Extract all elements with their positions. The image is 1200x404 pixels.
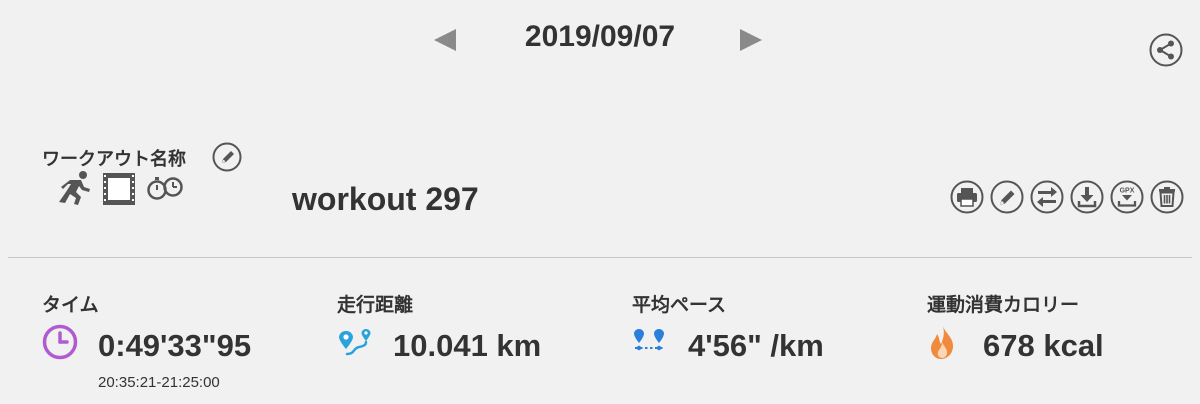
swap-icon — [1030, 180, 1064, 214]
running-icon — [59, 171, 90, 205]
download-icon — [1070, 180, 1104, 214]
stat-time-label: タイム — [42, 295, 99, 316]
section-divider — [8, 257, 1192, 258]
gpx-export-icon: GPX — [1110, 180, 1144, 214]
stat-time-value: 0:49'33"95 — [98, 328, 252, 363]
stat-pace: 平均ペース 4'56" /km — [632, 290, 892, 400]
route-pin-icon — [337, 324, 375, 362]
clock-icon — [42, 324, 80, 362]
date-navigation: 2019/09/07 — [0, 18, 1200, 62]
stat-distance: 走行距離 10.041 km — [337, 290, 597, 400]
swap-button[interactable] — [1030, 180, 1064, 214]
flame-icon — [927, 324, 965, 362]
stat-calories-value: 678 kcal — [983, 328, 1104, 363]
film-frame-icon — [103, 173, 135, 205]
workout-name: workout 297 — [292, 181, 479, 217]
stat-pace-value: 4'56" /km — [688, 328, 824, 363]
pencil-icon — [990, 180, 1024, 214]
share-button[interactable] — [1149, 33, 1183, 67]
gpx-export-button[interactable]: GPX — [1110, 180, 1144, 214]
stat-distance-label: 走行距離 — [337, 295, 414, 316]
date-label: 2019/09/07 — [524, 20, 676, 53]
delete-button[interactable] — [1150, 180, 1184, 214]
next-date-icon[interactable] — [740, 29, 762, 51]
pace-pins-icon — [632, 324, 670, 362]
workout-detail-page: 2019/09/07 ワークアウト名称 workout 297 GPX タイム … — [0, 0, 1200, 404]
svg-text:GPX: GPX — [1120, 188, 1135, 195]
stopwatch-icon — [147, 177, 183, 200]
print-button[interactable] — [950, 180, 984, 214]
edit-button[interactable] — [990, 180, 1024, 214]
stat-time-range: 20:35:21-21:25:00 — [98, 374, 220, 391]
print-icon — [950, 180, 984, 214]
stat-pace-label: 平均ペース — [632, 295, 727, 316]
workout-name-label: ワークアウト名称 — [42, 149, 186, 169]
pencil-icon — [212, 142, 242, 172]
download-button[interactable] — [1070, 180, 1104, 214]
stat-distance-value: 10.041 km — [393, 328, 542, 363]
edit-workout-name-button[interactable] — [212, 142, 242, 172]
previous-date-icon[interactable] — [434, 29, 456, 51]
trash-icon — [1150, 180, 1184, 214]
stat-calories-label: 運動消費カロリー — [927, 295, 1080, 316]
stat-time: タイム 0:49'33"95 20:35:21-21:25:00 — [42, 290, 302, 400]
stat-calories: 運動消費カロリー 678 kcal — [927, 290, 1187, 400]
share-icon — [1149, 33, 1183, 67]
